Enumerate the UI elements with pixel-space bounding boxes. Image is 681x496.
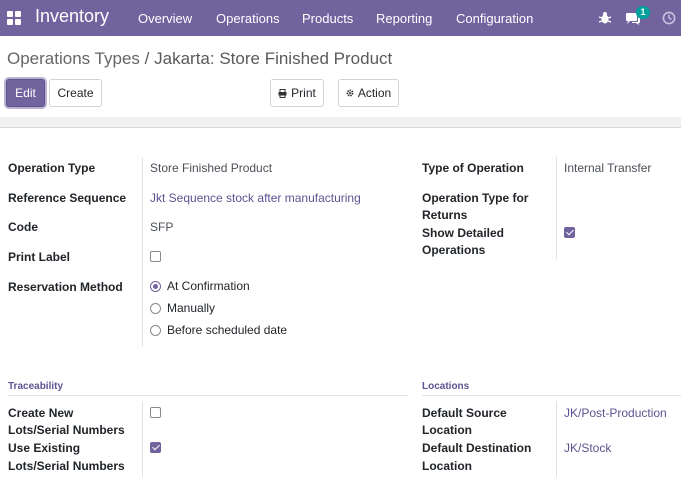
use-existing-lots-checkbox[interactable]	[150, 442, 161, 453]
app-name[interactable]: Inventory	[35, 6, 109, 27]
print-label: Print	[291, 86, 316, 100]
right-group-separator	[556, 157, 557, 259]
apps-grid-icon[interactable]	[7, 11, 21, 25]
show-detailed-checkbox[interactable]	[564, 227, 575, 238]
create-new-lots-label-line2: Lots/Serial Numbers	[8, 423, 125, 437]
default-destination-label-line1: Default Destination	[422, 441, 532, 455]
operation-type-value: Store Finished Product	[150, 161, 273, 175]
gear-icon	[346, 89, 354, 97]
show-detailed-label-line2: Operations	[422, 243, 486, 257]
radio-before-scheduled-date[interactable]	[150, 325, 161, 336]
return-type-label-line1: Operation Type for	[422, 191, 529, 205]
reservation-method-label: Reservation Method	[8, 280, 123, 294]
locations-separator	[556, 401, 557, 477]
print-button[interactable]: Print	[270, 79, 324, 107]
menu-reporting[interactable]: Reporting	[376, 11, 432, 26]
bug-icon[interactable]	[598, 11, 612, 25]
code-label: Code	[8, 220, 38, 234]
action-label: Action	[357, 86, 392, 100]
menu-configuration[interactable]: Configuration	[456, 11, 533, 26]
breadcrumb: Operations Types / Jakarta: Store Finish…	[7, 49, 392, 69]
edit-button[interactable]: Edit	[6, 79, 45, 107]
code-value: SFP	[150, 220, 174, 234]
show-detailed-label-line1: Show Detailed	[422, 226, 505, 240]
print-label-label: Print Label	[8, 250, 71, 264]
print-label-checkbox[interactable]	[150, 251, 161, 262]
reference-sequence-label: Reference Sequence	[8, 191, 127, 205]
radio-manually[interactable]	[150, 303, 161, 314]
clock-icon[interactable]	[662, 11, 676, 25]
radio-before-scheduled-date-label: Before scheduled date	[167, 323, 288, 337]
menu-overview[interactable]: Overview	[138, 11, 192, 26]
menu-products[interactable]: Products	[302, 11, 353, 26]
message-count-badge: 1	[636, 6, 650, 19]
default-destination-label-line2: Location	[422, 459, 472, 473]
operation-type-label: Operation Type	[8, 161, 96, 175]
breadcrumb-current: Jakarta: Store Finished Product	[154, 49, 393, 68]
default-destination-link[interactable]: JK/Stock	[564, 440, 611, 457]
print-icon	[278, 88, 287, 98]
left-group-separator	[142, 157, 143, 347]
breadcrumb-separator: /	[144, 49, 150, 68]
breadcrumb-parent[interactable]: Operations Types	[7, 49, 140, 68]
top-navbar: Inventory Overview Operations Products R…	[0, 0, 681, 36]
traceability-section-line	[8, 395, 408, 396]
action-button[interactable]: Action	[338, 79, 399, 107]
radio-at-confirmation-label: At Confirmation	[167, 279, 250, 293]
locations-section-line	[422, 395, 681, 396]
create-button[interactable]: Create	[49, 79, 102, 107]
radio-manually-label: Manually	[167, 301, 216, 315]
type-of-operation-value: Internal Transfer	[564, 161, 652, 175]
create-new-lots-label-line1: Create New	[8, 406, 74, 420]
reference-sequence-link[interactable]: Jkt Sequence stock after manufacturing	[150, 190, 361, 207]
create-new-lots-checkbox[interactable]	[150, 407, 161, 418]
traceability-separator	[142, 401, 143, 477]
default-source-label-line2: Location	[422, 423, 472, 437]
use-existing-lots-label-line2: Lots/Serial Numbers	[8, 459, 125, 473]
menu-operations[interactable]: Operations	[216, 11, 280, 26]
locations-section-title: Locations	[422, 381, 470, 392]
return-type-label-line2: Returns	[422, 208, 468, 222]
traceability-section-title: Traceability	[8, 381, 64, 392]
form-top-divider	[0, 117, 681, 128]
default-source-label-line1: Default Source	[422, 406, 507, 420]
use-existing-lots-label-line1: Use Existing	[8, 441, 81, 455]
type-of-operation-label: Type of Operation	[422, 161, 524, 175]
default-source-link[interactable]: JK/Post-Production	[564, 405, 667, 422]
radio-at-confirmation[interactable]	[150, 281, 161, 292]
